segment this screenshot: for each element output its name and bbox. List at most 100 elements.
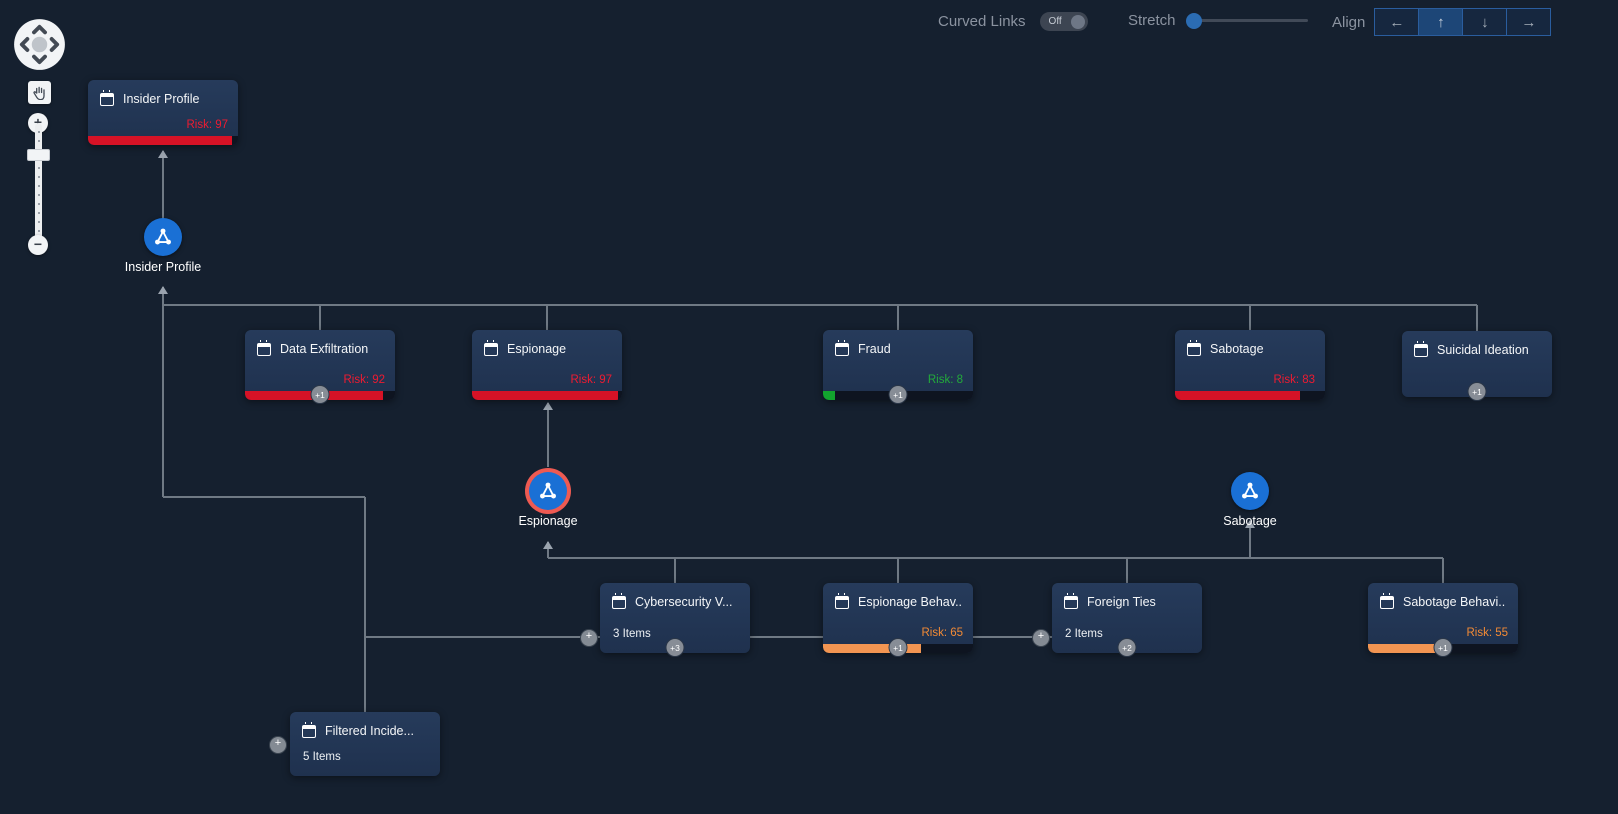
card-header: Sabotage bbox=[1175, 330, 1325, 356]
sabotage-combo-label: Sabotage bbox=[1175, 514, 1325, 528]
zoom-slider-handle[interactable] bbox=[27, 149, 50, 161]
card-title: Espionage Behav... bbox=[858, 595, 961, 609]
link-line bbox=[162, 151, 164, 219]
card-header: Cybersecurity V... bbox=[600, 583, 750, 609]
risk-bar-fill bbox=[472, 391, 618, 400]
risk-label: Risk: 92 bbox=[343, 374, 385, 386]
calendar-icon bbox=[835, 343, 849, 356]
card-header: Filtered Incide... bbox=[290, 712, 440, 738]
card-title: Sabotage bbox=[1210, 342, 1264, 356]
calendar-icon bbox=[1064, 596, 1078, 609]
hand-tool-button[interactable] bbox=[28, 81, 51, 104]
calendar-icon bbox=[1414, 344, 1428, 357]
card-header: Data Exfiltration bbox=[245, 330, 395, 356]
align-label: Align bbox=[1332, 14, 1365, 31]
link-arrowhead bbox=[158, 150, 168, 158]
filtered-incide-card[interactable]: Filtered Incide... 5 Items bbox=[290, 712, 440, 776]
card-title: Espionage bbox=[507, 342, 566, 356]
calendar-icon bbox=[100, 93, 114, 106]
calendar-icon bbox=[484, 343, 498, 356]
insider-profile-combo-label: Insider Profile bbox=[88, 260, 238, 274]
expand-plus-button[interactable]: + bbox=[269, 736, 287, 754]
count-badge[interactable]: +1 bbox=[1468, 382, 1487, 401]
card-header: Espionage bbox=[472, 330, 622, 356]
stretch-slider[interactable] bbox=[1190, 19, 1308, 22]
risk-bar-fill bbox=[88, 136, 232, 145]
calendar-icon bbox=[612, 596, 626, 609]
toggle-knob bbox=[1071, 15, 1085, 29]
curved-links-toggle-state: Off bbox=[1049, 16, 1062, 27]
graph-viewport[interactable]: Insider ProfileRisk: 97 Data Exfiltration… bbox=[0, 0, 1618, 814]
risk-bar bbox=[1175, 391, 1325, 400]
link-line bbox=[163, 496, 365, 498]
align-up-button[interactable]: ↑ bbox=[1418, 8, 1463, 36]
link-line bbox=[674, 558, 676, 584]
items-count-label: 5 Items bbox=[303, 751, 341, 763]
cybersecurity-v-card[interactable]: Cybersecurity V...3 Items+3 bbox=[600, 583, 750, 653]
espionage-card[interactable]: EspionageRisk: 97 bbox=[472, 330, 622, 400]
link-arrowhead bbox=[543, 402, 553, 410]
arrow-right-icon: → bbox=[1521, 14, 1536, 31]
suicidal-ideation-card[interactable]: Suicidal Ideation+1 bbox=[1402, 331, 1552, 397]
align-down-button[interactable]: ↓ bbox=[1462, 8, 1507, 36]
align-control: Align ← ↑ ↓ → bbox=[1332, 8, 1551, 36]
espionage-behav-card[interactable]: Espionage Behav...Risk: 65+1 bbox=[823, 583, 973, 653]
link-line bbox=[1442, 558, 1444, 584]
expand-plus-button[interactable]: + bbox=[580, 629, 598, 647]
pan-wheel[interactable] bbox=[13, 18, 66, 76]
card-title: Insider Profile bbox=[123, 92, 199, 106]
calendar-icon bbox=[835, 596, 849, 609]
card-title: Data Exfiltration bbox=[280, 342, 368, 356]
link-line bbox=[1249, 305, 1251, 331]
link-line bbox=[364, 497, 366, 712]
card-header: Insider Profile bbox=[88, 80, 238, 106]
count-badge[interactable]: +3 bbox=[666, 638, 685, 657]
stretch-slider-thumb[interactable] bbox=[1186, 13, 1202, 29]
pan-arrows-icon bbox=[13, 18, 66, 71]
arrow-up-icon: ↑ bbox=[1437, 14, 1445, 31]
card-title: Filtered Incide... bbox=[325, 724, 414, 738]
link-line bbox=[547, 403, 549, 467]
foreign-ties-card[interactable]: Foreign Ties2 Items+2 bbox=[1052, 583, 1202, 653]
sabotage-combo-node[interactable] bbox=[1231, 472, 1269, 510]
count-badge[interactable]: +1 bbox=[311, 385, 330, 404]
link-line bbox=[1476, 305, 1478, 331]
card-header: Espionage Behav... bbox=[823, 583, 973, 609]
fraud-card[interactable]: FraudRisk: 8+1 bbox=[823, 330, 973, 400]
card-header: Foreign Ties bbox=[1052, 583, 1202, 609]
combo-network-icon bbox=[537, 480, 559, 502]
align-right-button[interactable]: → bbox=[1506, 8, 1551, 36]
zoom-slider-track[interactable] bbox=[35, 123, 42, 245]
hand-icon bbox=[32, 85, 47, 100]
risk-label: Risk: 65 bbox=[921, 627, 963, 639]
sabotage-card[interactable]: SabotageRisk: 83 bbox=[1175, 330, 1325, 400]
stretch-control: Stretch bbox=[1128, 12, 1308, 29]
risk-bar bbox=[472, 391, 622, 400]
calendar-icon bbox=[257, 343, 271, 356]
zoom-out-button[interactable]: − bbox=[28, 235, 48, 255]
link-line bbox=[319, 305, 321, 331]
link-line bbox=[897, 305, 899, 331]
insider-profile-card[interactable]: Insider ProfileRisk: 97 bbox=[88, 80, 238, 145]
card-header: Fraud bbox=[823, 330, 973, 356]
graph-canvas[interactable]: { "toolbar": { "curved_links": {"label":… bbox=[0, 0, 1618, 814]
card-title: Sabotage Behavi... bbox=[1403, 595, 1506, 609]
card-header: Suicidal Ideation bbox=[1402, 331, 1552, 357]
curved-links-toggle[interactable]: Off bbox=[1040, 12, 1088, 31]
link-line bbox=[897, 558, 899, 584]
insider-profile-combo-node[interactable] bbox=[144, 218, 182, 256]
count-badge[interactable]: +1 bbox=[889, 638, 908, 657]
espionage-combo-node[interactable] bbox=[529, 472, 567, 510]
link-line bbox=[548, 557, 1443, 559]
curved-links-control: Curved Links Off bbox=[938, 12, 1088, 31]
risk-label: Risk: 55 bbox=[1466, 627, 1508, 639]
expand-plus-button[interactable]: + bbox=[1032, 629, 1050, 647]
link-line bbox=[163, 304, 1477, 306]
count-badge[interactable]: +2 bbox=[1118, 638, 1137, 657]
align-left-button[interactable]: ← bbox=[1374, 8, 1419, 36]
combo-network-icon bbox=[1239, 480, 1261, 502]
data-exfiltration-card[interactable]: Data ExfiltrationRisk: 92+1 bbox=[245, 330, 395, 400]
count-badge[interactable]: +1 bbox=[889, 385, 908, 404]
count-badge[interactable]: +1 bbox=[1434, 638, 1453, 657]
sabotage-behavi-card[interactable]: Sabotage Behavi...Risk: 55+1 bbox=[1368, 583, 1518, 653]
